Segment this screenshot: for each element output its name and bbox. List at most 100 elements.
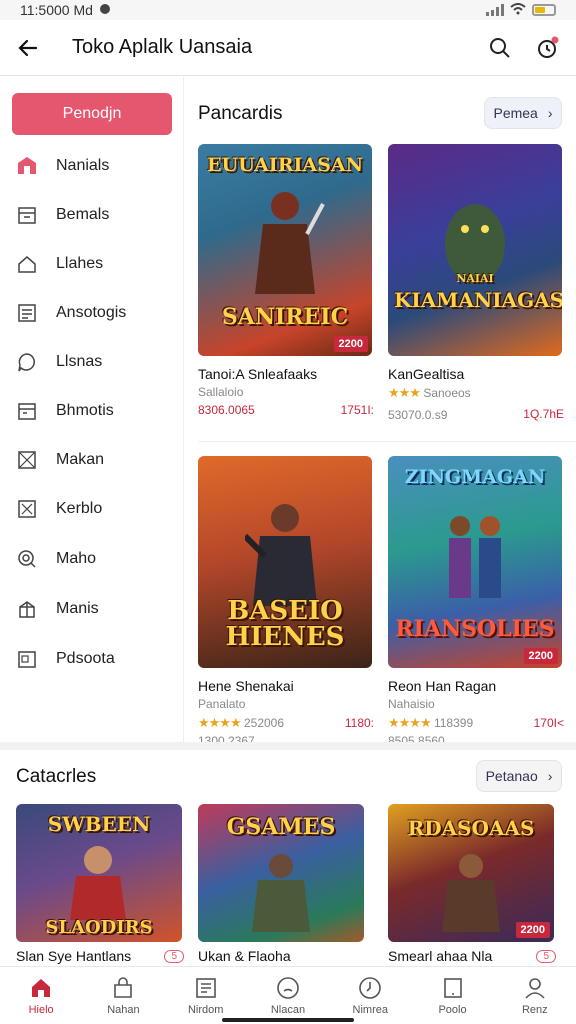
category-card[interactable]: GSAMES Ukan & Flaoha (198, 804, 366, 964)
hero-figure-icon (449, 516, 501, 598)
bell-icon (538, 36, 559, 58)
price-tag: 2200 (515, 922, 550, 938)
game-price: 53070.0.s9 (388, 408, 448, 422)
search-icon (490, 37, 510, 58)
sidebar-item-5[interactable]: Llsnas (16, 346, 102, 378)
game-card[interactable]: EUUAIRIASAN SANIREIC 2200 Tanoi:A Snleaf… (198, 144, 374, 417)
notification-button[interactable] (528, 28, 568, 68)
category-badge: 5 (536, 949, 556, 963)
sidebar-item-label: Bhmotis (56, 402, 114, 419)
categories-title: Catacrles (16, 766, 97, 787)
category-card[interactable]: SWBEEN SLAODIRS Slan Sye Hantlans 5 (16, 804, 184, 964)
game-publisher: Panalato (198, 697, 246, 711)
sidebar-item-9[interactable]: Maho (16, 543, 96, 575)
game-name: Reon Han Ragan (388, 678, 497, 694)
bag-icon (114, 976, 133, 998)
nav-profile-face[interactable]: Nlacan (247, 967, 329, 1024)
see-all-label: Petanao (485, 768, 538, 784)
cover-title: EUUAIRIASAN (207, 154, 363, 176)
cover-title: ZINGMAGAN (404, 466, 546, 488)
game-name: KanGealtisa (388, 366, 465, 382)
sidebar-item-label: Ansotogis (56, 304, 127, 321)
game-count: 1751I: (340, 403, 374, 417)
category-name: Slan Sye Hantlans (16, 948, 132, 964)
nav-list[interactable]: Nirdom (165, 967, 247, 1024)
categories-see-all-button[interactable]: Petanao › (476, 760, 562, 792)
sidebar-item-label: Manis (56, 600, 99, 617)
grid-icon (16, 449, 38, 471)
cover-title: SWBEEN (47, 812, 151, 836)
sidebar-item-label: Bemals (56, 206, 110, 223)
sidebar-item-label: Kerblo (56, 500, 103, 517)
game-count: 1Q.7hE (523, 406, 564, 421)
cover-title: NAIAI (456, 272, 494, 285)
game-cover: NAIAI KIAMANIAGAS (388, 144, 562, 356)
calendar-icon (16, 204, 38, 226)
game-card[interactable]: ZINGMAGAN RIANSOLIES 2200 Reon Han Ragan… (388, 456, 564, 748)
game-card[interactable]: NAIAI KIAMANIAGAS KanGealtisa ★★★ Sanoeo… (388, 144, 564, 422)
page-title: Toko Aplalk Uansaia (72, 36, 253, 58)
chat-icon (16, 351, 38, 373)
chevron-right-icon: › (547, 105, 553, 121)
sidebar-item-6[interactable]: Bhmotis (16, 395, 114, 427)
hero-figure-icon (70, 846, 126, 920)
category-cover: RDASOAAS 2200 (388, 804, 554, 942)
home-icon (32, 978, 51, 997)
signal-icon (486, 4, 504, 16)
sidebar-item-1[interactable]: Nanials (16, 150, 109, 182)
bottom-navigation: Hielo Nahan Nirdom Nlacan Nimrea Poolo R… (0, 966, 576, 1024)
game-count: 1180: (344, 716, 374, 730)
sidebar-item-label: Makan (56, 451, 105, 468)
game-publisher: Sallaloio (198, 385, 244, 399)
sidebar-item-label: Maho (56, 550, 97, 567)
rating-stars: ★★★★ (388, 715, 432, 730)
nav-label: Renz (521, 1003, 548, 1016)
nav-shop[interactable]: Nahan (82, 967, 164, 1024)
home-indicator[interactable] (222, 1018, 354, 1022)
face-icon (277, 976, 299, 999)
sidebar-item-label: Llahes (56, 255, 104, 272)
rating-count: 118399 (433, 716, 474, 730)
clock-icon (359, 976, 382, 999)
cover-subtitle: SANIREIC (221, 304, 349, 330)
document-icon (16, 302, 38, 324)
nav-home[interactable]: Hielo (0, 967, 82, 1024)
sidebar-item-4[interactable]: Ansotogis (16, 297, 126, 329)
cover-subtitle: RIANSOLIES (395, 616, 555, 642)
sidebar-item-11[interactable]: Pdsoota (16, 643, 115, 675)
wifi-icon (510, 2, 526, 18)
section-title: Pancardis (198, 103, 283, 124)
game-card[interactable]: BASEIO HIENES Hene Shenakai Panalato ★★★… (198, 456, 374, 748)
cover-subtitle: KIAMANIAGAS (394, 288, 562, 312)
category-cover: GSAMES (198, 804, 364, 942)
sidebar: Penodjn Nanials Bemals Llahes Ansotogis … (0, 77, 184, 742)
category-card[interactable]: RDASOAAS 2200 Smearl ahaa Nla 5 (388, 804, 556, 964)
game-name: Tanoi:A Snleafaaks (198, 366, 318, 382)
sidebar-item-7[interactable]: Makan (16, 444, 104, 476)
sidebar-item-2[interactable]: Bemals (16, 199, 109, 231)
main-content: Pancardis Pemea › EUUAIRIASAN SANIREIC 2… (184, 77, 576, 748)
category-name: Smearl ahaa Nla (388, 948, 493, 964)
nav-device[interactable]: Poolo (411, 967, 493, 1024)
status-time: 11:5000 Md (20, 2, 93, 18)
app-header: Toko Aplalk Uansaia (0, 20, 576, 76)
sidebar-item-10[interactable]: Manis (16, 593, 99, 625)
see-all-button[interactable]: Pemea › (484, 97, 562, 129)
hero-figure-icon (445, 204, 505, 284)
sidebar-primary-button[interactable]: Penodjn (12, 93, 172, 135)
nav-history[interactable]: Nimrea (329, 967, 411, 1024)
sidebar-item-3[interactable]: Llahes (16, 248, 103, 280)
nav-label: Nirdom (187, 1003, 224, 1016)
sidebar-item-8[interactable]: Kerblo (16, 493, 102, 525)
tablet-icon (443, 977, 462, 998)
nav-label: Nahan (107, 1003, 140, 1016)
house-icon (16, 253, 38, 275)
search-button[interactable] (480, 28, 520, 68)
puzzle-icon (16, 498, 38, 520)
sidebar-item-label: Pdsoota (56, 650, 115, 667)
cover-title: BASEIO HIENES (225, 596, 345, 652)
back-button[interactable] (8, 28, 48, 68)
game-name: Hene Shenakai (198, 678, 294, 694)
chevron-right-icon: › (547, 768, 553, 784)
nav-account[interactable]: Renz (494, 967, 576, 1024)
